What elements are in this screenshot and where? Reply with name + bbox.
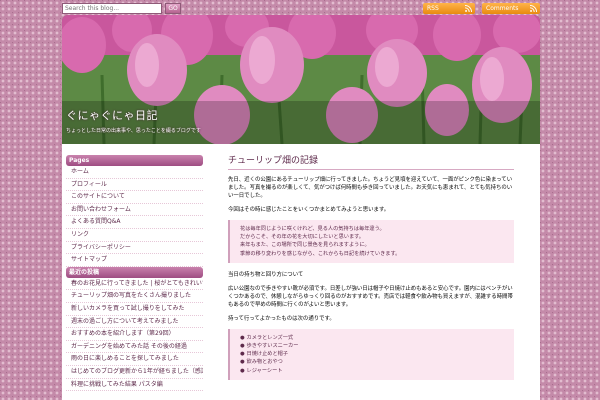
- sidebar-page-link[interactable]: プライバシーポリシー: [66, 242, 203, 255]
- recent-post-link[interactable]: 春のお花見に行ってきました | 桜がとてもきれいでした: [66, 278, 203, 291]
- recent-post-link[interactable]: 週末の過ごし方について考えてみました: [66, 316, 203, 329]
- sidebar-page-link[interactable]: このサイトについて: [66, 191, 203, 204]
- blog-description: ちょっとした日常の出来事や、思ったことを綴るブログです: [66, 128, 201, 134]
- sidebar-page-link[interactable]: ホーム: [66, 166, 203, 179]
- recent-post-link[interactable]: おすすめの本を紹介します（第29回）: [66, 328, 203, 341]
- rss-label: RSS: [427, 5, 439, 12]
- bullet-item: カメラとレンズ一式: [240, 334, 504, 342]
- recent-post-link[interactable]: 新しいカメラを買って試し撮りをしてみた: [66, 303, 203, 316]
- header-banner: ぐにゃぐにゃ日記 ちょっとした日常の出来事や、思ったことを綴るブログです: [62, 15, 540, 144]
- sidebar-page-link[interactable]: プロフィール: [66, 179, 203, 192]
- quote-line: 来年もまた、この場所で同じ景色を見られますように。: [240, 242, 370, 249]
- sidebar-page-link[interactable]: お問い合わせフォーム: [66, 204, 203, 217]
- bullet-item: レジャーシート: [240, 367, 504, 375]
- post-bullet-list: カメラとレンズ一式 歩きやすいスニーカー 日焼け止めと帽子 飲み物とおやつ レジ…: [228, 328, 514, 380]
- top-bar: GO RSS Comments: [62, 3, 540, 14]
- quote-line: 花は毎年同じように咲くけれど、見る人の気持ちは毎年違う。: [240, 226, 385, 232]
- bullet-item: 日焼け止めと帽子: [240, 350, 504, 358]
- pages-list: ホーム プロフィール このサイトについて お問い合わせフォーム よくある質問Q&…: [66, 166, 203, 267]
- recent-post-link[interactable]: 雨の日に楽しめることを探してみました: [66, 353, 203, 366]
- tulip-photo: [62, 15, 540, 144]
- recent-post-link[interactable]: チューリップ畑の写真をたくさん撮りました: [66, 290, 203, 303]
- recent-posts-widget-title: 最近の投稿: [66, 266, 203, 278]
- sidebar: Pages ホーム プロフィール このサイトについて お問い合わせフォーム よく…: [66, 155, 203, 392]
- post-paragraph: 先日、近くの公園にあるチューリップ畑に行ってきました。ちょうど見頃を迎えていて、…: [228, 177, 513, 199]
- bullet-item: 歩きやすいスニーカー: [240, 342, 504, 350]
- post-title[interactable]: チューリップ畑の記録: [228, 155, 514, 170]
- post-paragraph: 持って行ってよかったものは次の通りです。: [228, 315, 335, 322]
- post-blockquote: 花は毎年同じように咲くけれど、見る人の気持ちは毎年違う。 だからこそ、その年の花…: [228, 220, 514, 263]
- quote-line: 季節の移り変わりを感じながら、これからも日記を続けていきます。: [240, 250, 401, 257]
- main-content: チューリップ畑の記録 先日、近くの公園にあるチューリップ畑に行ってきました。ちょ…: [228, 155, 514, 380]
- recent-post-link[interactable]: ガーデニングを始めてみた話 その後の経過: [66, 341, 203, 354]
- rss-icon: [530, 5, 537, 12]
- rss-button[interactable]: RSS: [423, 3, 475, 14]
- recent-post-link[interactable]: はじめてのブログ更新から1年が経ちました（感謝）: [66, 366, 203, 379]
- bullet-item: 飲み物とおやつ: [240, 358, 504, 366]
- quote-line: だからこそ、その年の花を大切にしたいと思います。: [240, 234, 364, 241]
- sidebar-page-link[interactable]: よくある質問Q&A: [66, 216, 203, 229]
- blog-title[interactable]: ぐにゃぐにゃ日記: [66, 107, 158, 123]
- comments-label: Comments: [486, 5, 519, 12]
- recent-posts-list: 春のお花見に行ってきました | 桜がとてもきれいでした チューリップ畑の写真をた…: [66, 278, 203, 392]
- post-paragraph: 広い公園なので歩きやすい靴が必須です。日差しが強い日は帽子や日焼け止めもあると安…: [228, 285, 513, 308]
- search-input[interactable]: [62, 3, 162, 14]
- sidebar-page-link[interactable]: サイトマップ: [66, 254, 203, 267]
- comments-feed-button[interactable]: Comments: [482, 3, 540, 14]
- rss-icon: [465, 5, 472, 12]
- recent-post-link[interactable]: 料理に挑戦してみた結果 パスタ編: [66, 379, 203, 392]
- search-go-button[interactable]: GO: [165, 3, 181, 14]
- sidebar-page-link[interactable]: リンク: [66, 229, 203, 242]
- section-heading: 当日の持ち物と回り方について: [228, 271, 304, 278]
- pages-widget-title: Pages: [66, 155, 203, 166]
- post-paragraph: 今回はその時に感じたことをいくつかまとめてみようと思います。: [228, 207, 390, 213]
- page-container: ぐにゃぐにゃ日記 ちょっとした日常の出来事や、思ったことを綴るブログです Pag…: [62, 15, 540, 400]
